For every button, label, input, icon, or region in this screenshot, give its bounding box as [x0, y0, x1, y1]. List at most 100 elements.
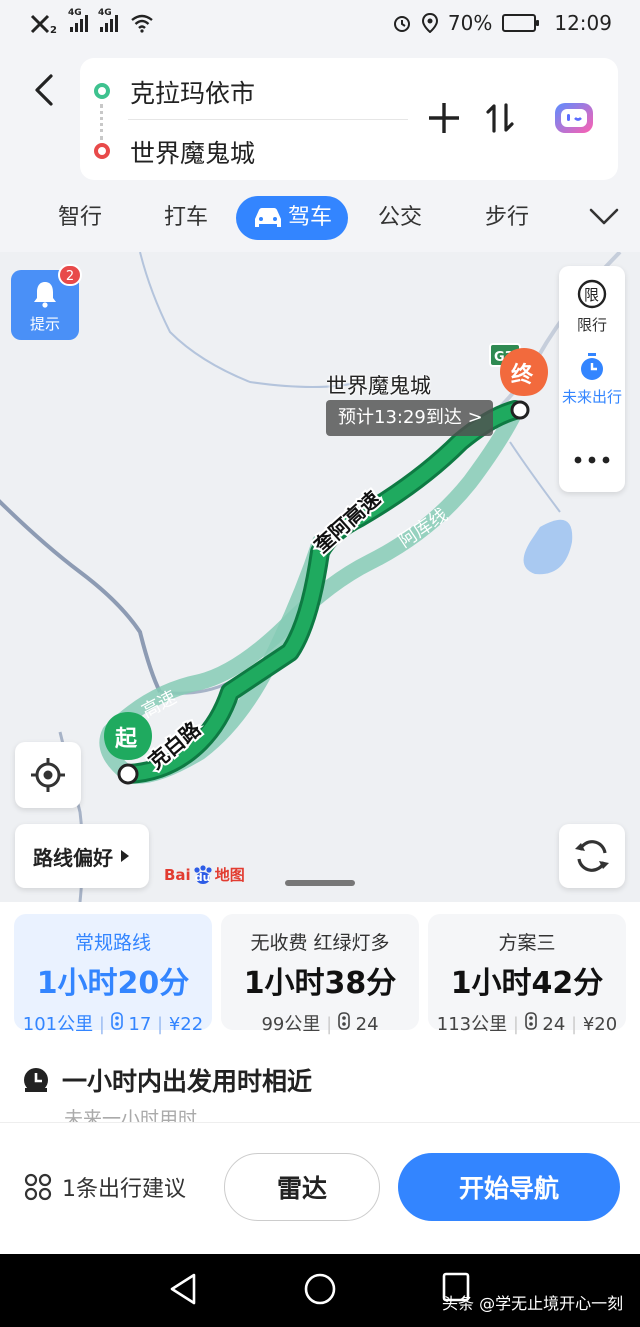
- route-distance: 101公里: [22, 1014, 94, 1035]
- add-waypoint-button[interactable]: [422, 96, 466, 140]
- alert-label: 提示: [29, 315, 60, 333]
- sheet-drag-handle[interactable]: [285, 880, 355, 886]
- destination-map-label: 世界魔鬼城: [326, 374, 431, 398]
- no-signal-sim-icon: 2: [30, 14, 57, 34]
- river-line: [139, 252, 361, 388]
- action-bar: 1条出行建议 雷达 开始导航: [0, 1122, 640, 1254]
- assistant-robot-icon: [555, 103, 593, 133]
- route-option-details: 113公里 | 24 | ¥20: [436, 1012, 618, 1035]
- car-icon: [255, 208, 281, 227]
- battery-icon: [502, 14, 540, 32]
- map-canvas: 奎阿高速 阿库线 克白路 高速 G3 起 终: [0, 252, 622, 902]
- tab-drive-label: 驾车: [288, 205, 333, 230]
- back-triangle-icon[interactable]: [168, 1272, 198, 1306]
- future-travel-button[interactable]: 未来出行: [559, 352, 625, 407]
- bell-icon: [34, 282, 56, 308]
- route-header: 克拉玛依市 世界魔鬼城 智行 打车 驾车 公交 步行: [0, 46, 640, 252]
- map-side-panel: 限 限行 未来出行: [559, 266, 625, 492]
- tab-drive[interactable]: 驾车: [236, 196, 349, 240]
- cell-signal-icon: 4G: [68, 8, 88, 32]
- start-marker-label: 起: [114, 727, 138, 752]
- route-preference-button[interactable]: 路线偏好: [15, 824, 149, 888]
- traffic-light-icon: [110, 1012, 123, 1030]
- back-button[interactable]: [24, 70, 64, 110]
- clock-icon: [24, 1068, 48, 1092]
- refresh-button[interactable]: [559, 824, 625, 888]
- plus-icon: [429, 103, 459, 133]
- eta-pill[interactable]: 预计13:29到达 >: [326, 400, 493, 436]
- system-navigation-bar: 头条 @学无止境开心一刻: [0, 1254, 640, 1327]
- limit-label: 限行: [576, 316, 607, 334]
- origin-dot-icon: [94, 83, 110, 99]
- route-lights: 17: [128, 1014, 152, 1035]
- route-option-title: 无收费 红绿灯多: [250, 932, 390, 954]
- travel-suggestion-button[interactable]: 1条出行建议: [24, 1171, 186, 1203]
- end-marker-label: 终: [511, 362, 534, 388]
- alt-road-label: 阿库线: [395, 505, 452, 553]
- travel-mode-tabs: 智行 打车 驾车 公交 步行: [0, 192, 640, 242]
- tab-walk[interactable]: 步行: [485, 196, 529, 240]
- route-connector: [100, 104, 103, 140]
- route-option-time: 1小时38分: [243, 966, 397, 1001]
- swap-button[interactable]: [478, 96, 522, 140]
- divider: [128, 119, 408, 120]
- svg-text:2: 2: [50, 25, 57, 34]
- route-distance: 99公里: [261, 1014, 321, 1035]
- swap-icon: [486, 103, 514, 133]
- departure-hint-title: 一小时内出发用时相近: [62, 1067, 313, 1096]
- route-option-3[interactable]: 方案三 1小时42分 113公里 | 24 | ¥20: [428, 914, 626, 1035]
- future-travel-label: 未来出行: [561, 388, 622, 406]
- more-dots-icon: [574, 456, 610, 464]
- home-circle-icon[interactable]: [303, 1272, 337, 1306]
- destination-dot-icon: [94, 143, 110, 159]
- river-line-2: [509, 441, 561, 513]
- traffic-limit-button[interactable]: 限 限行: [559, 278, 625, 335]
- route-fee: ¥20: [582, 1014, 618, 1035]
- locate-button[interactable]: [15, 742, 81, 808]
- route-option-time: 1小时42分: [450, 966, 604, 1001]
- travel-suggestion-label: 1条出行建议: [62, 1177, 186, 1202]
- grey-road: [0, 499, 162, 693]
- traffic-light-icon: [524, 1012, 537, 1030]
- route-distance: 113公里: [436, 1014, 508, 1035]
- route-options-sheet: 常规路线 1小时20分 101公里 | 17 | ¥22 无收费 红绿灯多 1小…: [0, 902, 640, 1122]
- svg-text:限: 限: [584, 286, 599, 304]
- assistant-button[interactable]: [552, 96, 596, 140]
- tab-smart[interactable]: 智行: [58, 196, 102, 240]
- baidu-map-logo: Bai du 地图: [164, 864, 245, 885]
- lake: [523, 519, 573, 575]
- clock: 12:09: [554, 11, 612, 35]
- more-button[interactable]: [559, 452, 625, 470]
- expressway-label: 奎阿高速: [309, 486, 385, 558]
- origin-field[interactable]: 克拉玛依市: [130, 74, 255, 110]
- chevron-down-icon[interactable]: [588, 206, 620, 228]
- wifi-icon: [131, 14, 153, 33]
- tab-taxi[interactable]: 打车: [164, 196, 208, 240]
- radar-button[interactable]: 雷达: [224, 1153, 380, 1221]
- route-input-card: 克拉玛依市 世界魔鬼城: [80, 58, 618, 180]
- end-point-icon: [510, 400, 530, 420]
- refresh-icon: [575, 840, 609, 872]
- route-option-details: 101公里 | 17 | ¥22: [22, 1012, 204, 1035]
- location-icon: [421, 13, 438, 33]
- grid-icon: [24, 1173, 52, 1201]
- route-option-title: 方案三: [498, 932, 556, 954]
- start-navigation-button[interactable]: 开始导航: [398, 1153, 620, 1221]
- tab-bus[interactable]: 公交: [378, 196, 422, 240]
- map-view[interactable]: 奎阿高速 阿库线 克白路 高速 G3 起 终 世界魔鬼城 预计13:29到达 >…: [0, 252, 640, 902]
- cell-signal-2-icon: 4G: [98, 8, 118, 32]
- route-option-time: 1小时20分: [36, 966, 190, 1001]
- triangle-right-icon: [121, 850, 129, 862]
- chevron-left-icon: [35, 74, 53, 106]
- route-option-title: 常规路线: [74, 932, 151, 954]
- destination-field[interactable]: 世界魔鬼城: [130, 134, 255, 170]
- route-lights: 24: [542, 1014, 566, 1035]
- traffic-light-icon: [338, 1012, 350, 1030]
- departure-hint[interactable]: 一小时内出发用时相近: [22, 1062, 312, 1098]
- route-fee: ¥22: [168, 1014, 204, 1035]
- departure-hint-subtitle: 未来一小时用时: [64, 1108, 198, 1122]
- paw-icon: du: [192, 864, 214, 885]
- route-option-2[interactable]: 无收费 红绿灯多 1小时38分 99公里 | 24: [221, 914, 419, 1035]
- route-option-1[interactable]: 常规路线 1小时20分 101公里 | 17 | ¥22: [14, 914, 212, 1035]
- alarm-icon: [393, 16, 410, 32]
